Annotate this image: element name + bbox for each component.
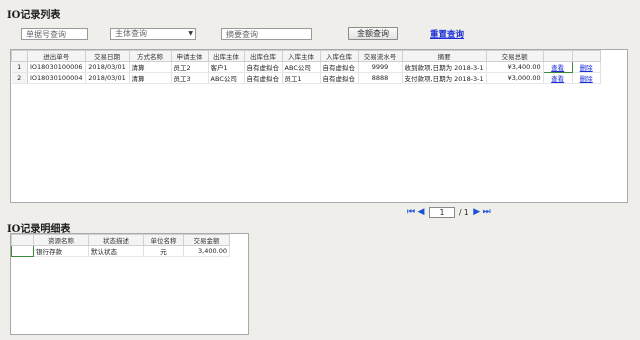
- cell-out-warehouse: 自有虚拟仓: [244, 61, 283, 73]
- cell-date: 2018/03/01: [85, 61, 130, 73]
- list-title: IO记录列表: [7, 10, 61, 21]
- cell-method: 清算: [129, 72, 172, 84]
- col-method[interactable]: 方式名称: [128, 50, 172, 62]
- cell-out-warehouse: 自有虚拟仓: [244, 72, 283, 84]
- col-resource-name[interactable]: 资源名称: [33, 234, 89, 246]
- view-link[interactable]: 查看: [543, 72, 573, 84]
- detail-row-selector[interactable]: [11, 245, 34, 257]
- col-summary[interactable]: 摘要: [401, 50, 487, 62]
- cell-method: 清算: [129, 61, 172, 73]
- io-list-table: 进出单号 交易日期 方式名称 申请主体 出库主体 出库仓库 入库主体 入库仓库 …: [11, 50, 601, 84]
- detail-header-row: 资源名称 状态描述 单位名称 交易金额: [11, 234, 230, 246]
- cell-resource-name: 银行存款: [33, 245, 89, 257]
- col-status[interactable]: 状态描述: [88, 234, 144, 246]
- io-detail-panel: 资源名称 状态描述 单位名称 交易金额 银行存款 默认状态 元 3,400.00: [10, 233, 249, 335]
- cell-unit: 元: [143, 245, 184, 257]
- delete-link[interactable]: 删除: [572, 61, 601, 73]
- col-delete: [571, 50, 601, 62]
- delete-link[interactable]: 删除: [572, 72, 601, 84]
- cell-amount: ¥3,000.00: [486, 72, 544, 84]
- cell-out-subject: ABC公司: [208, 72, 245, 84]
- cell-summary: 支付款项,日期为 2018-3-1: [402, 72, 487, 84]
- cell-amount: ¥3,400.00: [486, 61, 544, 73]
- subject-search-placeholder: 主体查询: [115, 29, 147, 38]
- cell-applicant: 员工2: [171, 61, 209, 73]
- cell-serial: 8888: [358, 72, 403, 84]
- next-page-icon[interactable]: ▶: [472, 206, 482, 218]
- last-page-icon[interactable]: ⏭: [482, 206, 492, 218]
- cell-summary: 收到款项,日期为 2018-3-1: [402, 61, 487, 73]
- cell-bill-no: IO18030100006: [27, 61, 86, 73]
- cell-in-subject: 员工1: [282, 72, 321, 84]
- list-header-row: 进出单号 交易日期 方式名称 申请主体 出库主体 出库仓库 入库主体 入库仓库 …: [11, 50, 601, 62]
- row-number-header: [11, 50, 28, 62]
- cell-trade-amount: 3,400.00: [183, 245, 230, 257]
- reset-search-link[interactable]: 重置查询: [430, 28, 464, 40]
- io-list-panel: 进出单号 交易日期 方式名称 申请主体 出库主体 出库仓库 入库主体 入库仓库 …: [10, 49, 628, 203]
- cell-in-warehouse: 自有虚拟仓: [320, 72, 359, 84]
- amount-search-button[interactable]: 金额查询: [348, 27, 398, 40]
- summary-search-input[interactable]: [221, 28, 312, 40]
- detail-row-number-header: [11, 234, 34, 246]
- cell-status: 默认状态: [88, 245, 144, 257]
- bill-no-search-input[interactable]: [21, 28, 88, 40]
- col-in-subject[interactable]: 入库主体: [281, 50, 321, 62]
- prev-page-icon[interactable]: ◀: [416, 206, 426, 218]
- io-detail-table: 资源名称 状态描述 单位名称 交易金额 银行存款 默认状态 元 3,400.00: [11, 234, 230, 257]
- cell-applicant: 员工3: [171, 72, 209, 84]
- col-out-warehouse[interactable]: 出库仓库: [243, 50, 283, 62]
- col-out-subject[interactable]: 出库主体: [207, 50, 245, 62]
- col-trade-amount[interactable]: 交易金额: [183, 234, 230, 246]
- row-number: 1: [11, 61, 28, 73]
- pagination: ⏮ ◀ 1 / 1 ▶ ⏭: [406, 206, 492, 218]
- page-total: / 1: [459, 207, 469, 217]
- col-in-warehouse[interactable]: 入库仓库: [319, 50, 359, 62]
- row-number: 2: [11, 72, 28, 84]
- cell-in-subject: ABC公司: [282, 61, 321, 73]
- view-link[interactable]: 查看: [542, 61, 573, 73]
- cell-serial: 9999: [358, 61, 403, 73]
- table-row[interactable]: 2 IO18030100004 2018/03/01 清算 员工3 ABC公司 …: [11, 72, 601, 84]
- col-applicant[interactable]: 申请主体: [170, 50, 209, 62]
- col-bill-no[interactable]: 进出单号: [27, 50, 86, 62]
- cell-out-subject: 客户1: [208, 61, 245, 73]
- cell-in-warehouse: 自有虚拟仓: [320, 61, 359, 73]
- col-amount[interactable]: 交易总额: [485, 50, 544, 62]
- col-date[interactable]: 交易日期: [84, 50, 130, 62]
- cell-bill-no: IO18030100004: [27, 72, 86, 84]
- chevron-down-icon: ▼: [188, 30, 193, 37]
- first-page-icon[interactable]: ⏮: [406, 206, 416, 218]
- col-view: [542, 50, 573, 62]
- col-unit[interactable]: 单位名称: [143, 234, 184, 246]
- page-number-input[interactable]: 1: [429, 206, 455, 218]
- col-serial[interactable]: 交易流水号: [357, 50, 403, 62]
- cell-date: 2018/03/01: [85, 72, 130, 84]
- subject-search-select[interactable]: 主体查询 ▼: [110, 28, 196, 40]
- table-row[interactable]: 银行存款 默认状态 元 3,400.00: [11, 245, 230, 257]
- table-row[interactable]: 1 IO18030100006 2018/03/01 清算 员工2 客户1 自有…: [11, 61, 601, 73]
